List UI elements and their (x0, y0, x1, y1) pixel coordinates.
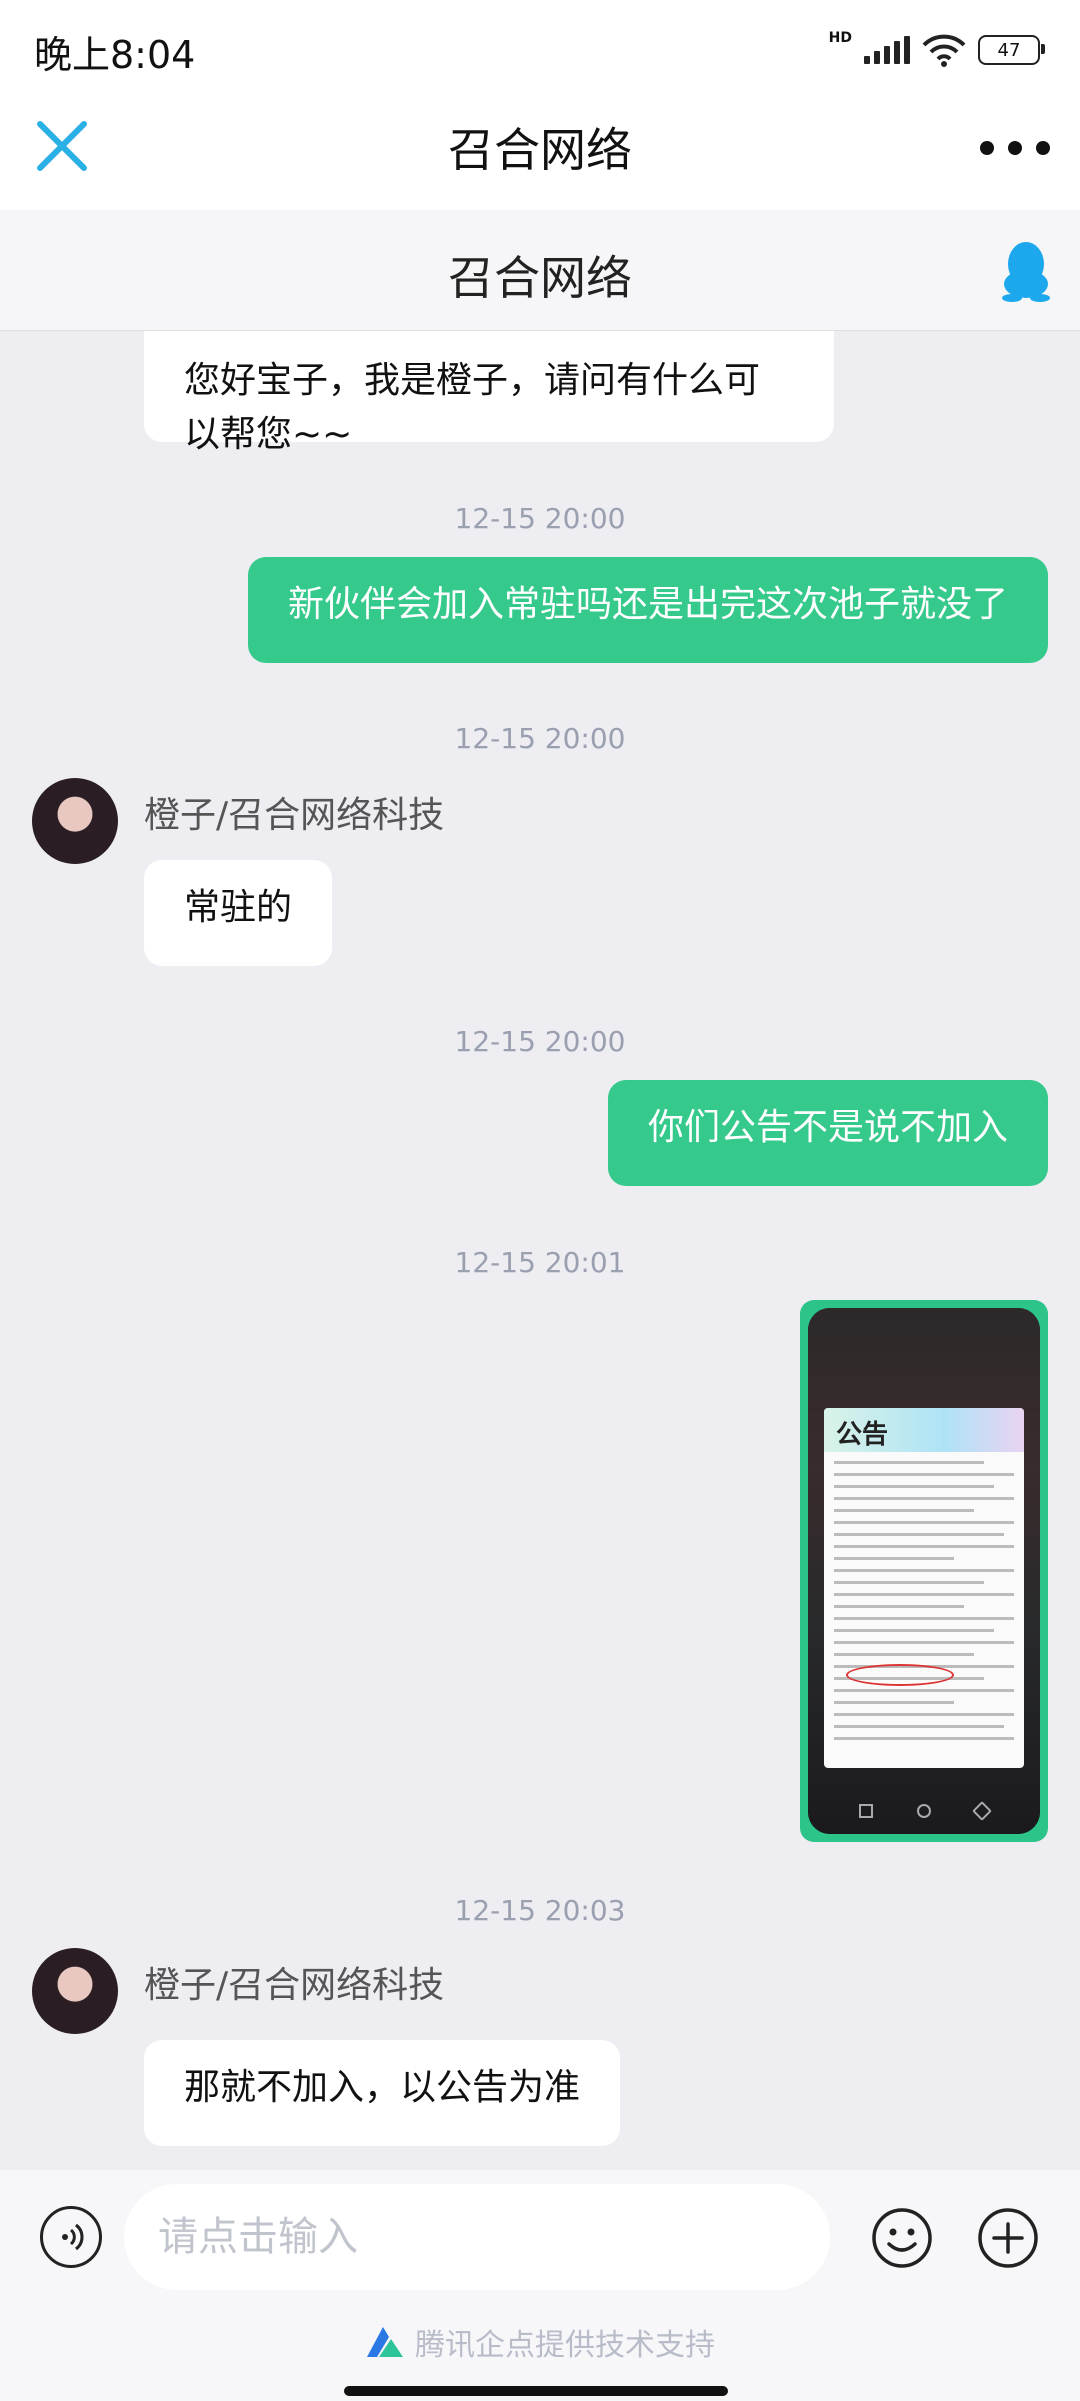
screenshot-thumbnail: 公告 (808, 1308, 1040, 1834)
chat-title: 召合网络 (448, 251, 632, 305)
voice-input-button[interactable] (40, 2206, 102, 2268)
message-text: 您好宝子，我是橙子，请问有什么可 以帮您~~ (184, 360, 761, 455)
avatar[interactable] (32, 1948, 118, 2034)
timestamp: 12-15 20:03 (454, 1894, 626, 1927)
home-indicator[interactable] (344, 2386, 728, 2396)
timestamp: 12-15 20:01 (454, 1246, 626, 1279)
qq-penguin-icon[interactable] (998, 238, 1054, 302)
message-text: 常驻的 (184, 887, 293, 928)
red-circle-annotation (846, 1664, 954, 1686)
avatar[interactable] (32, 778, 118, 864)
status-time: 晚上8:04 (34, 33, 196, 77)
qidian-logo-icon (367, 2327, 403, 2357)
sender-name: 橙子/召合网络科技 (144, 1965, 445, 2006)
more-icon[interactable] (980, 128, 1050, 168)
network-type: HD (828, 30, 852, 46)
message-bubble[interactable]: 你们公告不是说不加入 (607, 1080, 1048, 1186)
timestamp: 12-15 20:00 (454, 502, 626, 535)
image-message[interactable]: 公告 (800, 1300, 1048, 1842)
status-bar: 晚上8:04 HD 47 (0, 0, 1080, 96)
sender-name: 橙子/召合网络科技 (144, 795, 445, 836)
powered-by-text: 腾讯企点提供技术支持 (415, 2328, 715, 2363)
plus-icon[interactable] (976, 2206, 1040, 2270)
emoji-icon[interactable] (870, 2206, 934, 2270)
message-bubble[interactable]: 常驻的 (144, 860, 333, 966)
battery-level: 47 (997, 39, 1021, 61)
phone-nav-bar (808, 1796, 1040, 1826)
voice-icon (62, 2223, 84, 2251)
signal-icon (864, 36, 910, 64)
status-icons: HD 47 (828, 30, 1045, 70)
chat-header: 召合网络 (0, 210, 1080, 331)
chat-area[interactable]: 您好宝子，我是橙子，请问有什么可 以帮您~~ 12-15 20:00 新伙伴会加… (0, 300, 1080, 2170)
wifi-icon (922, 34, 966, 67)
timestamp: 12-15 20:00 (454, 722, 626, 755)
timestamp: 12-15 20:00 (454, 1025, 626, 1058)
message-bubble[interactable]: 那就不加入，以公告为准 (144, 2040, 621, 2146)
announcement-image: 公告 (824, 1408, 1024, 1768)
message-text: 你们公告不是说不加入 (647, 1107, 1008, 1148)
message-input[interactable]: 请点击输入 (124, 2184, 830, 2290)
message-text: 新伙伴会加入常驻吗还是出完这次池子就没了 (287, 584, 1008, 625)
powered-by: 腾讯企点提供技术支持 (0, 2320, 1080, 2364)
battery-icon: 47 (978, 35, 1045, 65)
title-bar: 召合网络 (0, 96, 1080, 210)
input-bar: 请点击输入 腾讯企点提供技术支持 (0, 2170, 1080, 2401)
message-bubble[interactable]: 新伙伴会加入常驻吗还是出完这次池子就没了 (247, 557, 1048, 663)
page-title: 召合网络 (448, 123, 632, 177)
message-text: 那就不加入，以公告为准 (184, 2067, 581, 2108)
announcement-title: 公告 (836, 1420, 889, 1450)
